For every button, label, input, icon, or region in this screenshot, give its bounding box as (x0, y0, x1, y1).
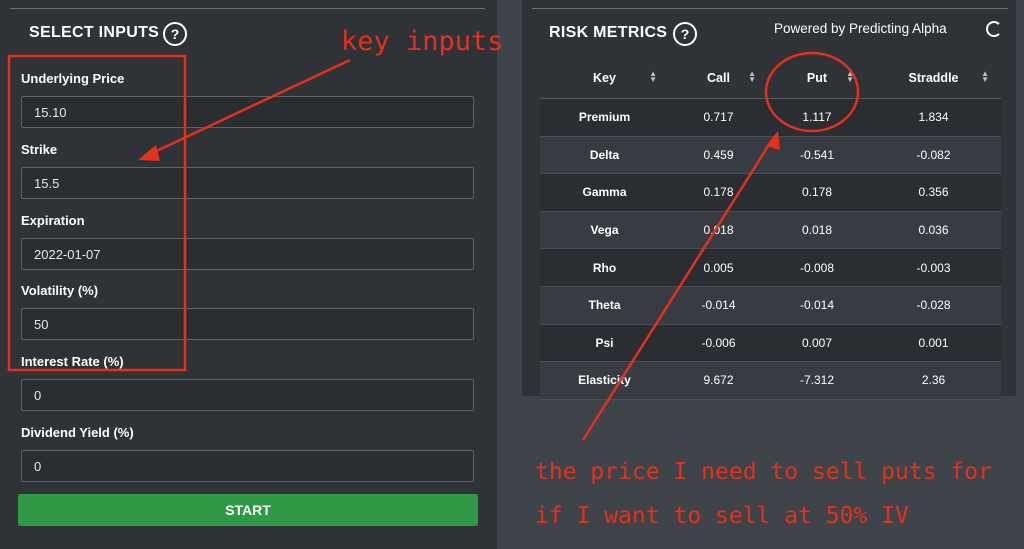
put-premium-highlight-circle (764, 51, 860, 133)
note-annotation-line1: the price I need to sell puts for (535, 459, 992, 485)
key-inputs-arrow (147, 58, 351, 157)
note-annotation-line2: if I want to sell at 50% IV (535, 503, 909, 529)
put-premium-arrow (581, 139, 774, 441)
key-inputs-arrowhead (138, 145, 160, 161)
key-inputs-highlight-box (7, 54, 187, 372)
key-inputs-annotation: key inputs (341, 26, 504, 57)
